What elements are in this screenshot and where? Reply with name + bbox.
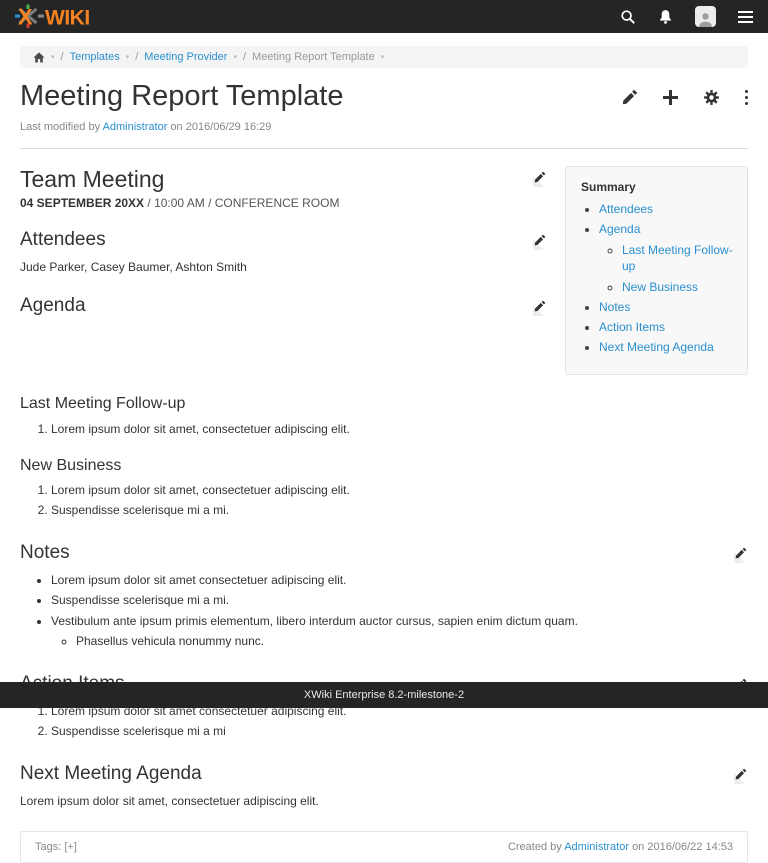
attendees-heading: Attendees bbox=[20, 229, 106, 252]
toc-link-action-items[interactable]: Action Items bbox=[599, 320, 665, 334]
summary-title: Summary bbox=[581, 180, 737, 194]
list-item: Phasellus vehicula nonummy nunc. bbox=[76, 633, 748, 649]
list-item: Vestibulum ante ipsum primis elementum, … bbox=[51, 613, 748, 649]
breadcrumb-link-templates[interactable]: Templates bbox=[70, 51, 120, 63]
toc-link-attendees[interactable]: Attendees bbox=[599, 202, 653, 216]
summary-toc-panel: Summary Attendees Agenda Last Meeting Fo… bbox=[565, 166, 748, 376]
list-item: Lorem ipsum dolor sit amet consectetuer … bbox=[51, 572, 748, 588]
meeting-info-line: 04 SEPTEMBER 20XX / 10:00 AM / CONFERENC… bbox=[20, 196, 547, 210]
list-item: Lorem ipsum dolor sit amet, consectetuer… bbox=[51, 482, 748, 498]
breadcrumb-link-meeting-provider[interactable]: Meeting Provider bbox=[144, 51, 227, 63]
modified-prefix: Last modified by bbox=[20, 121, 100, 133]
edit-section-pencil-icon[interactable] bbox=[734, 546, 748, 560]
breadcrumb-caret-icon[interactable]: ▾ bbox=[381, 53, 385, 61]
new-business-heading: New Business bbox=[20, 456, 748, 475]
meeting-title-heading: Team Meeting bbox=[20, 166, 164, 192]
home-caret-icon[interactable]: ▾ bbox=[51, 53, 55, 61]
list-item: New Business bbox=[622, 279, 737, 295]
notes-heading: Notes bbox=[20, 542, 70, 565]
list-item-text: Vestibulum ante ipsum primis elementum, … bbox=[51, 614, 578, 628]
toc-link-notes[interactable]: Notes bbox=[599, 300, 630, 314]
svg-text:X: X bbox=[18, 5, 33, 30]
list-item: Last Meeting Follow-up bbox=[622, 242, 737, 274]
topbar-actions bbox=[620, 6, 753, 27]
page-title: Meeting Report Template bbox=[20, 81, 343, 113]
edit-section-pencil-icon[interactable] bbox=[533, 170, 547, 184]
breadcrumb: ▾ / Templates ▾ / Meeting Provider ▾ / M… bbox=[20, 46, 748, 68]
created-line: Created by Administrator on 2016/06/22 1… bbox=[508, 841, 733, 853]
modified-user-link[interactable]: Administrator bbox=[103, 121, 168, 133]
edit-section-pencil-icon[interactable] bbox=[734, 767, 748, 781]
new-business-list: Lorem ipsum dolor sit amet, consectetuer… bbox=[20, 482, 748, 518]
home-icon[interactable] bbox=[33, 52, 45, 63]
next-meeting-text: Lorem ipsum dolor sit amet, consectetuer… bbox=[20, 793, 748, 810]
top-navbar: X WIKI bbox=[0, 0, 768, 33]
breadcrumb-separator: / bbox=[135, 51, 138, 63]
page-header: Meeting Report Template bbox=[0, 68, 768, 113]
created-user-link[interactable]: Administrator bbox=[564, 841, 629, 853]
list-item: Notes bbox=[599, 299, 737, 315]
list-item: Suspendisse scelerisque mi a mi. bbox=[51, 592, 748, 608]
header-divider bbox=[20, 148, 748, 149]
meeting-time-location: / 10:00 AM / CONFERENCE ROOM bbox=[144, 196, 339, 210]
toc-link-new-business[interactable]: New Business bbox=[622, 280, 698, 294]
add-tag-button[interactable]: [+] bbox=[64, 841, 77, 853]
list-item: Suspendisse scelerisque mi a mi. bbox=[51, 502, 748, 518]
version-text: XWiki Enterprise 8.2-milestone-2 bbox=[304, 689, 464, 701]
search-icon[interactable] bbox=[620, 9, 636, 25]
list-item: Agenda Last Meeting Follow-up New Busine… bbox=[599, 221, 737, 295]
edit-section-pencil-icon[interactable] bbox=[533, 299, 547, 313]
list-item: Next Meeting Agenda bbox=[599, 339, 737, 355]
breadcrumb-separator: / bbox=[243, 51, 246, 63]
list-item: Suspendisse scelerisque mi a mi bbox=[51, 723, 748, 739]
modified-suffix: on 2016/06/29 16:29 bbox=[170, 121, 271, 133]
created-prefix: Created by bbox=[508, 841, 562, 853]
action-items-list: Lorem ipsum dolor sit amet consectetuer … bbox=[20, 703, 748, 739]
last-modified-line: Last modified by Administrator on 2016/0… bbox=[0, 121, 768, 133]
attendees-text: Jude Parker, Casey Baumer, Ashton Smith bbox=[20, 259, 547, 276]
tags-label: Tags: bbox=[35, 841, 61, 853]
document-content: Team Meeting 04 SEPTEMBER 20XX / 10:00 A… bbox=[0, 166, 768, 810]
next-meeting-heading: Next Meeting Agenda bbox=[20, 763, 202, 786]
settings-gear-icon[interactable] bbox=[703, 89, 720, 105]
agenda-heading: Agenda bbox=[20, 295, 86, 318]
create-plus-icon[interactable] bbox=[663, 89, 678, 105]
notifications-bell-icon[interactable] bbox=[658, 9, 673, 25]
version-footer: XWiki Enterprise 8.2-milestone-2 bbox=[0, 682, 768, 708]
toc-link-agenda[interactable]: Agenda bbox=[599, 222, 640, 236]
toc-link-next-meeting[interactable]: Next Meeting Agenda bbox=[599, 340, 714, 354]
edit-section-pencil-icon[interactable] bbox=[533, 233, 547, 247]
followup-heading: Last Meeting Follow-up bbox=[20, 394, 748, 413]
summary-list: Attendees Agenda Last Meeting Follow-up … bbox=[576, 201, 737, 356]
user-avatar[interactable] bbox=[695, 6, 716, 27]
document-footer-bar: Tags: [+] Created by Administrator on 20… bbox=[20, 831, 748, 863]
tags-area: Tags: [+] bbox=[35, 841, 77, 853]
meeting-date: 04 SEPTEMBER 20XX bbox=[20, 196, 144, 210]
breadcrumb-caret-icon[interactable]: ▾ bbox=[233, 53, 237, 61]
list-item: Action Items bbox=[599, 319, 737, 335]
notes-list: Lorem ipsum dolor sit amet consectetuer … bbox=[20, 572, 748, 649]
breadcrumb-separator: / bbox=[61, 51, 64, 63]
edit-pencil-icon[interactable] bbox=[622, 89, 638, 105]
xwiki-logo[interactable]: X WIKI bbox=[15, 4, 113, 29]
menu-icon[interactable] bbox=[738, 11, 753, 23]
list-item: Attendees bbox=[599, 201, 737, 217]
xwiki-logo-icon: X WIKI bbox=[15, 4, 113, 29]
more-kebab-icon[interactable] bbox=[745, 89, 748, 105]
list-item: Lorem ipsum dolor sit amet, consectetuer… bbox=[51, 421, 748, 437]
breadcrumb-caret-icon[interactable]: ▾ bbox=[126, 53, 130, 61]
page-actions bbox=[622, 89, 748, 105]
main-column: Team Meeting 04 SEPTEMBER 20XX / 10:00 A… bbox=[20, 166, 565, 318]
svg-text:WIKI: WIKI bbox=[45, 7, 90, 30]
created-suffix: on 2016/06/22 14:53 bbox=[632, 841, 733, 853]
toc-link-followup[interactable]: Last Meeting Follow-up bbox=[622, 243, 733, 273]
breadcrumb-current-page: Meeting Report Template bbox=[252, 51, 375, 63]
followup-list: Lorem ipsum dolor sit amet, consectetuer… bbox=[20, 421, 748, 437]
